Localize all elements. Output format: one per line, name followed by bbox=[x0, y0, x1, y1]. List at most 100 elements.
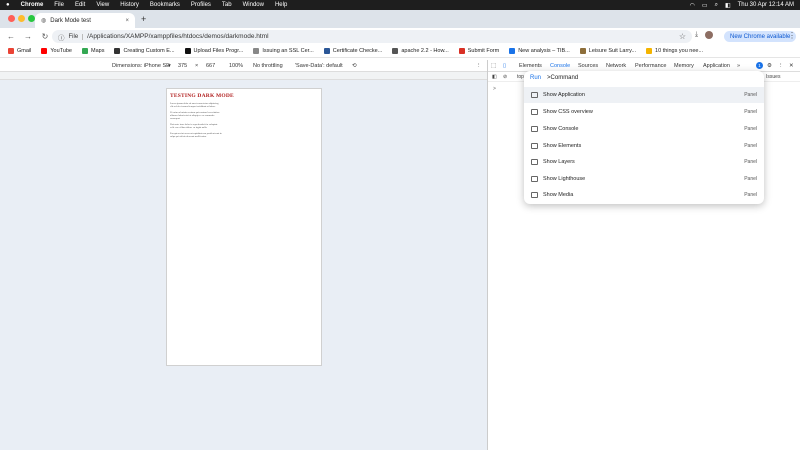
tab-performance[interactable]: Performance bbox=[635, 63, 667, 69]
bookmark-item[interactable]: Upload Files Progr... bbox=[184, 48, 243, 54]
bookmark-item[interactable]: Submit Form bbox=[458, 48, 499, 54]
wifi-icon[interactable]: ◠ bbox=[690, 2, 695, 9]
maps-icon bbox=[82, 48, 88, 54]
kebab-menu-icon[interactable]: ⋮ bbox=[788, 31, 796, 40]
devtools-close-icon[interactable]: ✕ bbox=[789, 63, 794, 69]
command-menu: Run >Command Show Application Panel Show… bbox=[524, 71, 764, 204]
zoom-select[interactable]: 100% bbox=[229, 63, 243, 69]
window-zoom-button[interactable] bbox=[28, 15, 35, 22]
download-icon[interactable]: ⤓ bbox=[695, 31, 698, 39]
page-title: TESTING DARK MODE bbox=[170, 93, 234, 99]
bookmark-item[interactable]: Issuing an SSL Cer... bbox=[253, 48, 314, 54]
new-chrome-available-button[interactable]: New Chrome available bbox=[724, 31, 797, 42]
page-paragraph: Excepteur sint occaecat cupidatat non pr… bbox=[170, 131, 222, 139]
menubar-datetime[interactable]: Thu 30 Apr 12:14 AM bbox=[738, 2, 794, 8]
forward-button[interactable]: → bbox=[23, 32, 33, 41]
control-center-icon[interactable]: ◧ bbox=[725, 2, 731, 9]
command-kind: Panel bbox=[744, 92, 757, 98]
bookmark-gmail[interactable]: Gmail bbox=[8, 48, 31, 54]
apple-icon[interactable]: ● bbox=[6, 2, 10, 8]
command-kind: Panel bbox=[744, 176, 757, 182]
bookmark-item[interactable]: Leisure Suit Larry... bbox=[579, 48, 636, 54]
width-input[interactable]: 375 bbox=[178, 63, 187, 69]
save-data-select[interactable]: 'Save-Data': default bbox=[295, 63, 343, 69]
tab-elements[interactable]: Elements bbox=[519, 63, 542, 69]
url-text[interactable]: /Applications/XAMPP/xamppfiles/htdocs/de… bbox=[87, 33, 268, 40]
tab-dark-mode-test[interactable]: ◍ Dark Mode test × bbox=[35, 13, 135, 28]
height-input[interactable]: 667 bbox=[206, 63, 215, 69]
menu-view[interactable]: View bbox=[96, 2, 109, 8]
file-chip[interactable]: File bbox=[69, 33, 84, 40]
new-tab-button[interactable]: + bbox=[141, 14, 146, 24]
tab-network[interactable]: Network bbox=[606, 63, 626, 69]
tab-console[interactable]: Console bbox=[550, 63, 570, 69]
console-prompt[interactable]: > bbox=[493, 86, 496, 92]
window-minimize-button[interactable] bbox=[18, 15, 25, 22]
avatar[interactable] bbox=[705, 31, 714, 39]
command-kind: Panel bbox=[744, 159, 757, 165]
command-show-elements[interactable]: Show Elements Panel bbox=[524, 138, 764, 154]
command-query[interactable]: >Command bbox=[547, 75, 578, 81]
panel-icon bbox=[531, 143, 538, 149]
issues-label[interactable]: Issues bbox=[766, 74, 780, 80]
command-show-lighthouse[interactable]: Show Lighthouse Panel bbox=[524, 171, 764, 187]
menu-bookmarks[interactable]: Bookmarks bbox=[150, 2, 180, 8]
bookmark-item[interactable]: Creating Custom E... bbox=[114, 48, 175, 54]
reload-button[interactable]: ↻ bbox=[40, 32, 50, 41]
panel-icon bbox=[531, 176, 538, 182]
command-label: Show Application bbox=[543, 92, 585, 98]
command-show-media[interactable]: Show Media Panel bbox=[524, 187, 764, 203]
search-icon[interactable]: ⌕ bbox=[715, 2, 718, 9]
command-show-layers[interactable]: Show Layers Panel bbox=[524, 154, 764, 170]
bookmark-item[interactable]: apache 2.2 - How... bbox=[392, 48, 449, 54]
command-label: Show Media bbox=[543, 192, 574, 198]
menu-file[interactable]: File bbox=[54, 2, 64, 8]
menu-help[interactable]: Help bbox=[275, 2, 287, 8]
panel-icon bbox=[531, 126, 538, 132]
tab-memory[interactable]: Memory bbox=[674, 63, 694, 69]
command-show-application[interactable]: Show Application Panel bbox=[524, 87, 764, 103]
bookmark-item[interactable]: New analysis – TIB... bbox=[509, 48, 570, 54]
bookmark-youtube[interactable]: YouTube bbox=[41, 48, 72, 54]
bookmark-item[interactable]: 10 things you nee... bbox=[646, 48, 703, 54]
throttling-select[interactable]: No throttling bbox=[253, 63, 283, 69]
devtools-more-icon[interactable]: ⋮ bbox=[778, 63, 784, 69]
command-input[interactable]: Run >Command bbox=[530, 75, 578, 81]
menu-window[interactable]: Window bbox=[243, 2, 264, 8]
bookmark-maps[interactable]: Maps bbox=[82, 48, 104, 54]
bookmark-favicon-icon bbox=[646, 48, 653, 54]
tab-close-icon[interactable]: × bbox=[125, 18, 129, 24]
battery-icon[interactable]: ▭ bbox=[702, 2, 708, 9]
menu-tab[interactable]: Tab bbox=[222, 2, 232, 8]
chevron-down-icon: ▾ bbox=[168, 63, 171, 69]
bookmark-item[interactable]: Certificate Checke... bbox=[323, 48, 382, 54]
settings-gear-icon[interactable]: ⚙ bbox=[767, 63, 772, 69]
issues-badge[interactable]: 1 bbox=[756, 62, 763, 69]
context-select[interactable]: top bbox=[517, 74, 524, 80]
bookmark-star-icon[interactable]: ☆ bbox=[679, 32, 686, 41]
rotate-icon[interactable]: ⟲ bbox=[352, 63, 357, 69]
menu-history[interactable]: History bbox=[120, 2, 139, 8]
device-toolbar: Dimensions: iPhone SE ▾ 375 × 667 100% N… bbox=[0, 60, 487, 72]
command-show-console[interactable]: Show Console Panel bbox=[524, 121, 764, 137]
dimensions-select[interactable]: Dimensions: iPhone SE bbox=[112, 63, 170, 69]
tab-sources[interactable]: Sources bbox=[578, 63, 598, 69]
panel-icon bbox=[531, 109, 538, 115]
menu-app-name[interactable]: Chrome bbox=[21, 2, 44, 8]
device-more-icon[interactable]: ⋮ bbox=[476, 63, 482, 69]
back-button[interactable]: ← bbox=[6, 32, 16, 41]
more-tabs-icon[interactable]: » bbox=[737, 63, 740, 69]
inspect-icon[interactable]: ⬚ bbox=[491, 63, 496, 69]
device-toggle-icon[interactable]: ▯ bbox=[503, 63, 506, 69]
command-label: Show Layers bbox=[543, 159, 575, 165]
command-show-css-overview[interactable]: Show CSS overview Panel bbox=[524, 104, 764, 120]
address-bar[interactable]: ⓘ File /Applications/XAMPP/xamppfiles/ht… bbox=[52, 30, 692, 43]
file-icon: ⓘ bbox=[58, 34, 65, 42]
tab-application[interactable]: Application bbox=[703, 63, 730, 69]
window-close-button[interactable] bbox=[8, 15, 15, 22]
media-query-ruler bbox=[0, 72, 487, 80]
sidebar-toggle-icon[interactable]: ◧ bbox=[492, 74, 497, 80]
menu-profiles[interactable]: Profiles bbox=[191, 2, 211, 8]
menu-edit[interactable]: Edit bbox=[75, 2, 85, 8]
clear-console-icon[interactable]: ⊘ bbox=[503, 74, 507, 80]
